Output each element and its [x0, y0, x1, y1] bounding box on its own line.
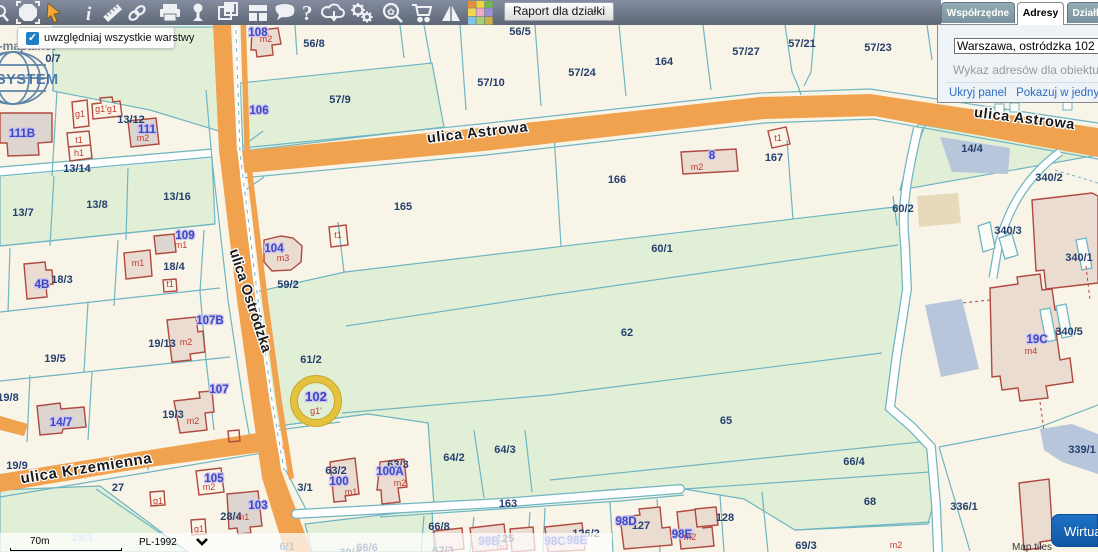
svg-text:65: 65 — [720, 415, 732, 427]
svg-text:13/14: 13/14 — [63, 163, 91, 175]
svg-text:m2: m2 — [394, 478, 407, 488]
svg-text:340/1: 340/1 — [1065, 252, 1093, 264]
svg-text:19/13: 19/13 — [148, 338, 176, 350]
svg-text:g1: g1 — [153, 496, 163, 506]
svg-text:27: 27 — [112, 482, 124, 494]
svg-text:13/8: 13/8 — [86, 199, 107, 211]
svg-text:4B: 4B — [35, 279, 50, 291]
svg-text:57/21: 57/21 — [788, 38, 816, 50]
svg-text:59/2: 59/2 — [277, 279, 298, 291]
svg-text:0/7: 0/7 — [45, 53, 60, 65]
svg-text:107: 107 — [209, 384, 228, 396]
svg-text:19/3: 19/3 — [162, 409, 183, 421]
svg-text:66/4: 66/4 — [843, 456, 865, 468]
svg-text:g1: g1 — [75, 109, 85, 119]
svg-text:SYSTEM: SYSTEM — [0, 72, 59, 88]
svg-text:m2: m2 — [260, 34, 273, 44]
svg-text:t1: t1 — [166, 279, 174, 289]
svg-text:19C: 19C — [1026, 334, 1047, 346]
svg-text:h1: h1 — [74, 148, 84, 158]
svg-text:m3: m3 — [277, 253, 290, 263]
svg-text:106: 106 — [249, 105, 268, 117]
svg-text:3/1: 3/1 — [297, 482, 312, 494]
svg-text:18/3: 18/3 — [51, 274, 72, 286]
svg-text:18/4: 18/4 — [163, 261, 185, 273]
svg-text:56/8: 56/8 — [303, 38, 324, 50]
svg-text:m2: m2 — [203, 482, 216, 492]
svg-text:66/8: 66/8 — [428, 521, 449, 533]
svg-text:19/8: 19/8 — [0, 392, 19, 404]
svg-text:m1: m1 — [132, 258, 145, 268]
svg-text:165: 165 — [394, 201, 412, 213]
svg-text:340/3: 340/3 — [994, 225, 1022, 237]
svg-text:13/7: 13/7 — [12, 207, 33, 219]
svg-text:166: 166 — [608, 174, 626, 186]
svg-text:57/24: 57/24 — [568, 67, 596, 79]
svg-text:19/5: 19/5 — [44, 353, 65, 365]
svg-text:?: ? — [302, 1, 313, 25]
svg-text:i: i — [86, 4, 92, 25]
svg-text:13/16: 13/16 — [163, 191, 191, 203]
svg-text:t1: t1 — [75, 135, 83, 145]
svg-text:339/1: 339/1 — [1068, 444, 1096, 456]
svg-text:m1: m1 — [237, 512, 250, 522]
svg-text:t1: t1 — [334, 230, 342, 240]
svg-text:57/27: 57/27 — [732, 46, 760, 58]
svg-text:m1: m1 — [175, 240, 188, 250]
svg-text:60/1: 60/1 — [651, 243, 672, 255]
svg-text:m2: m2 — [180, 337, 193, 347]
svg-text:340/2: 340/2 — [1035, 172, 1063, 184]
svg-text:m2: m2 — [684, 532, 697, 542]
svg-text:57/10: 57/10 — [477, 77, 505, 89]
svg-text:111B: 111B — [9, 128, 35, 140]
svg-text:336/1: 336/1 — [950, 501, 978, 513]
svg-text:56/5: 56/5 — [509, 26, 530, 38]
svg-text:m4: m4 — [1025, 346, 1038, 356]
svg-text:m1: m1 — [345, 487, 358, 497]
svg-text:167: 167 — [765, 152, 783, 164]
svg-text:64/2: 64/2 — [443, 452, 464, 464]
svg-text:62: 62 — [621, 327, 633, 339]
svg-text:100A: 100A — [376, 466, 404, 478]
svg-text:57/9: 57/9 — [329, 94, 350, 106]
svg-text:68: 68 — [864, 496, 876, 508]
svg-text:340/5: 340/5 — [1055, 326, 1083, 338]
svg-text:103: 103 — [248, 500, 267, 512]
svg-text:164: 164 — [655, 56, 674, 68]
svg-text:t1: t1 — [774, 133, 782, 143]
svg-text:m2: m2 — [691, 162, 704, 172]
svg-text:g1': g1' — [310, 406, 322, 416]
svg-text:102: 102 — [305, 389, 327, 404]
svg-text:57/23: 57/23 — [864, 42, 892, 54]
svg-text:128: 128 — [716, 512, 734, 524]
svg-text:14/4: 14/4 — [961, 143, 983, 155]
svg-text:g1'g1: g1'g1 — [95, 104, 117, 114]
svg-text:60/2: 60/2 — [892, 203, 913, 215]
svg-text:14/7: 14/7 — [50, 417, 72, 429]
svg-text:m2: m2 — [137, 133, 150, 143]
svg-text:163: 163 — [499, 498, 517, 510]
svg-text:61/2: 61/2 — [300, 354, 321, 366]
svg-text:m2: m2 — [187, 416, 200, 426]
svg-text:69/3: 69/3 — [795, 540, 816, 552]
svg-text:107B: 107B — [196, 315, 224, 327]
svg-text:98D: 98D — [615, 516, 636, 528]
svg-text:64/3: 64/3 — [494, 444, 515, 456]
svg-text:m2: m2 — [890, 540, 903, 550]
svg-text:8: 8 — [709, 150, 716, 162]
